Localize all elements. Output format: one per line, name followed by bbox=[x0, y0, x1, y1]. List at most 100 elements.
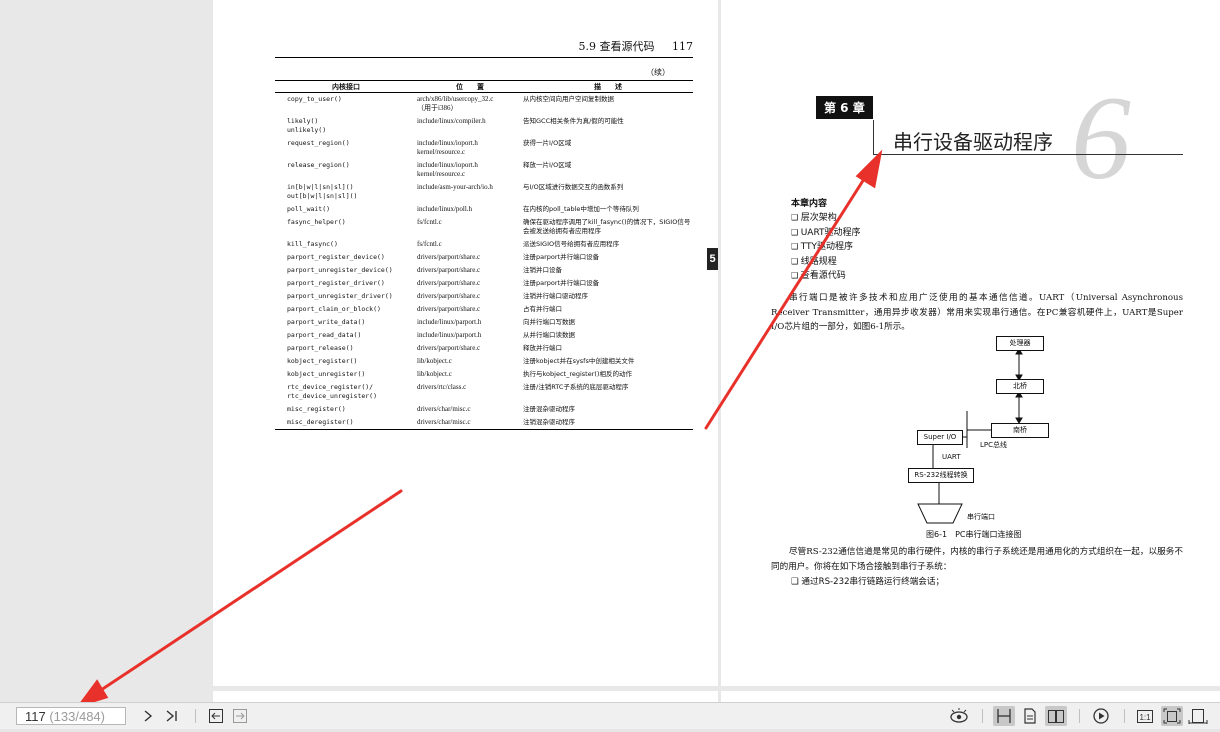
actual-size-icon[interactable]: 1:1 bbox=[1134, 706, 1156, 726]
next-page-edge-right bbox=[721, 691, 1220, 702]
api-name-cell: fasync_helper() bbox=[287, 218, 346, 226]
location-cell: drivers/char/misc.c bbox=[417, 416, 523, 430]
page-number-input[interactable]: 117 (133/484) bbox=[16, 707, 126, 725]
api-name-cell: parport_unregister_device() bbox=[287, 266, 393, 274]
location-cell: fs/fcntl.c bbox=[417, 240, 442, 248]
serial-port-connector bbox=[917, 503, 963, 524]
location-cell: include/linux/ioport.h kernel/resource.c bbox=[417, 161, 478, 178]
continuous-scroll-icon[interactable] bbox=[993, 706, 1015, 726]
description-cell: 注销并口设备 bbox=[523, 266, 562, 274]
table-row: kill_fasync() fs/fcntl.c 派送SIGIO信号给拥有者应用程序 bbox=[275, 238, 693, 251]
cpu-box: 处理器 bbox=[996, 336, 1044, 351]
single-page-icon[interactable] bbox=[1019, 706, 1041, 726]
location-cell: include/linux/parport.h bbox=[417, 331, 482, 339]
next-page-icon[interactable] bbox=[137, 706, 159, 726]
table-row: misc_register() drivers/char/misc.c 注册混杂驱动… bbox=[275, 403, 693, 416]
table-row: release_region() include/linux/ioport.h k… bbox=[275, 159, 693, 181]
api-name-cell: parport_claim_or_block() bbox=[287, 305, 381, 313]
two-page-icon[interactable] bbox=[1045, 706, 1067, 726]
arrow-head-page bbox=[80, 679, 109, 702]
description-cell: 释放一片I/O区域 bbox=[523, 161, 572, 169]
toolbar-separator bbox=[195, 709, 196, 723]
description-cell: 向并行端口写数据 bbox=[523, 318, 575, 326]
southbridge-box: 南桥 bbox=[991, 423, 1049, 438]
table-row: kobject_register() lib/kobject.c 注册kobject… bbox=[275, 355, 693, 368]
api-name-cell: request_region() bbox=[287, 139, 350, 147]
table-row: parport_unregister_device() drivers/parpo… bbox=[275, 264, 693, 277]
api-name-cell: parport_release() bbox=[287, 344, 354, 352]
svg-text:1:1: 1:1 bbox=[1139, 713, 1151, 722]
api-name-cell: misc_deregister() bbox=[275, 416, 417, 430]
left-page: 5.9 查看源代码 117 （续） 内核接口 位 置 描 述 copy_to_u… bbox=[213, 0, 718, 686]
toolbar-separator bbox=[982, 709, 983, 723]
description-cell: 注册parport并行端口设备 bbox=[523, 279, 600, 287]
location-cell: include/linux/ioport.h kernel/resource.c bbox=[417, 139, 478, 156]
location-cell: drivers/parport/share.c bbox=[417, 266, 481, 274]
api-name-cell: poll_wait() bbox=[287, 205, 331, 213]
api-name-cell: parport_unregister_driver() bbox=[287, 292, 393, 300]
api-name-cell: release_region() bbox=[287, 161, 350, 169]
description-cell: 注册混杂驱动程序 bbox=[523, 405, 575, 413]
table-row: fasync_helper() fs/fcntl.c 确保在驱动程序调用了kill_… bbox=[275, 216, 693, 238]
description-cell: 从内核空间向用户空间复制数据 bbox=[523, 95, 614, 103]
fit-width-icon[interactable] bbox=[1187, 706, 1209, 726]
back-icon[interactable] bbox=[205, 706, 227, 726]
api-name-cell: parport_register_device() bbox=[287, 253, 385, 261]
location-cell: lib/kobject.c bbox=[417, 357, 452, 365]
uart-label: UART bbox=[942, 453, 961, 461]
description-cell: 在内核的poll_table中增加一个等待队列 bbox=[523, 205, 639, 213]
table-row: parport_read_data() include/linux/parport… bbox=[275, 329, 693, 342]
location-cell: fs/fcntl.c bbox=[417, 218, 442, 226]
description-cell: 注销并行端口驱动程序 bbox=[523, 292, 588, 300]
description-cell: 告知GCC相关条件为真/假的可能性 bbox=[523, 117, 624, 125]
bullet-item: ❑ 通过RS-232串行链路运行终端会话； bbox=[791, 577, 945, 587]
description-cell: 获得一片I/O区域 bbox=[523, 139, 572, 147]
col-header-interface: 内核接口 bbox=[275, 80, 417, 93]
fit-page-icon[interactable] bbox=[1161, 706, 1183, 726]
document-viewer[interactable]: 5.9 查看源代码 117 （续） 内核接口 位 置 描 述 copy_to_u… bbox=[0, 0, 1220, 702]
page-number: 117 bbox=[672, 40, 693, 53]
table-row: parport_release() drivers/parport/share.c… bbox=[275, 342, 693, 355]
location-cell: drivers/parport/share.c bbox=[417, 253, 481, 261]
api-name-cell: parport_read_data() bbox=[287, 331, 362, 339]
table-row: parport_register_device() drivers/parport… bbox=[275, 251, 693, 264]
description-cell: 与I/O区域进行数据交互的函数系列 bbox=[523, 183, 624, 191]
play-icon[interactable] bbox=[1090, 706, 1112, 726]
description-cell: 从并行端口读数据 bbox=[523, 331, 575, 339]
description-cell: 注册parport并行端口设备 bbox=[523, 253, 600, 261]
superio-box: Super I/O bbox=[917, 430, 963, 445]
api-name-cell: copy_to_user() bbox=[287, 95, 342, 103]
forward-icon[interactable] bbox=[229, 706, 251, 726]
eye-icon[interactable] bbox=[948, 706, 970, 726]
description-cell: 占有并行端口 bbox=[523, 305, 562, 313]
table-row: kobject_unregister() lib/kobject.c 执行与kobj… bbox=[275, 368, 693, 381]
table-row: parport_unregister_driver() drivers/parpo… bbox=[275, 290, 693, 303]
next-page-edge-left bbox=[213, 691, 718, 702]
bottom-toolbar: 117 (133/484) 1:1 bbox=[0, 702, 1220, 729]
table-row: misc_deregister() drivers/char/misc.c 注销混杂… bbox=[275, 416, 693, 430]
page-header: 5.9 查看源代码 117 bbox=[275, 38, 693, 58]
description-cell: 执行与kobject_register()相反的动作 bbox=[523, 370, 632, 378]
toolbar-separator bbox=[1079, 709, 1080, 723]
last-page-icon[interactable] bbox=[161, 706, 183, 726]
northbridge-box: 北桥 bbox=[996, 379, 1044, 394]
body-paragraph: 尽管RS-232通信信道是常见的串行硬件，内核的串行子系统还是用通用化的方式组织… bbox=[771, 547, 1183, 572]
table-row: likely() unlikely() include/linux/compile… bbox=[275, 115, 693, 137]
serial-port-label: 串行端口 bbox=[967, 513, 995, 521]
api-name-cell: parport_register_driver() bbox=[287, 279, 385, 287]
lpc-bus-label: LPC总线 bbox=[980, 441, 1008, 449]
location-cell: include/linux/poll.h bbox=[417, 205, 473, 213]
location-cell: drivers/rtc/class.c bbox=[417, 383, 467, 391]
table-row: parport_write_data() include/linux/parpor… bbox=[275, 316, 693, 329]
table-row: copy_to_user() arch/x86/lib/usercopy_32.c… bbox=[275, 93, 693, 116]
api-name-cell: kobject_unregister() bbox=[287, 370, 366, 378]
api-name-cell: parport_write_data() bbox=[287, 318, 366, 326]
api-name-cell: likely() unlikely() bbox=[287, 117, 327, 134]
table-row: poll_wait() include/linux/poll.h 在内核的poll_… bbox=[275, 203, 693, 216]
location-cell: drivers/parport/share.c bbox=[417, 305, 481, 313]
api-name-cell: rtc_device_register()/ rtc_device_unregi… bbox=[287, 383, 378, 400]
description-cell: 确保在驱动程序调用了kill_fasync()的情况下，SIGIO信号会被发送给… bbox=[523, 218, 691, 235]
location-cell: drivers/parport/share.c bbox=[417, 292, 481, 300]
col-header-location: 位 置 bbox=[417, 80, 523, 93]
api-name-cell: misc_register() bbox=[287, 405, 346, 413]
